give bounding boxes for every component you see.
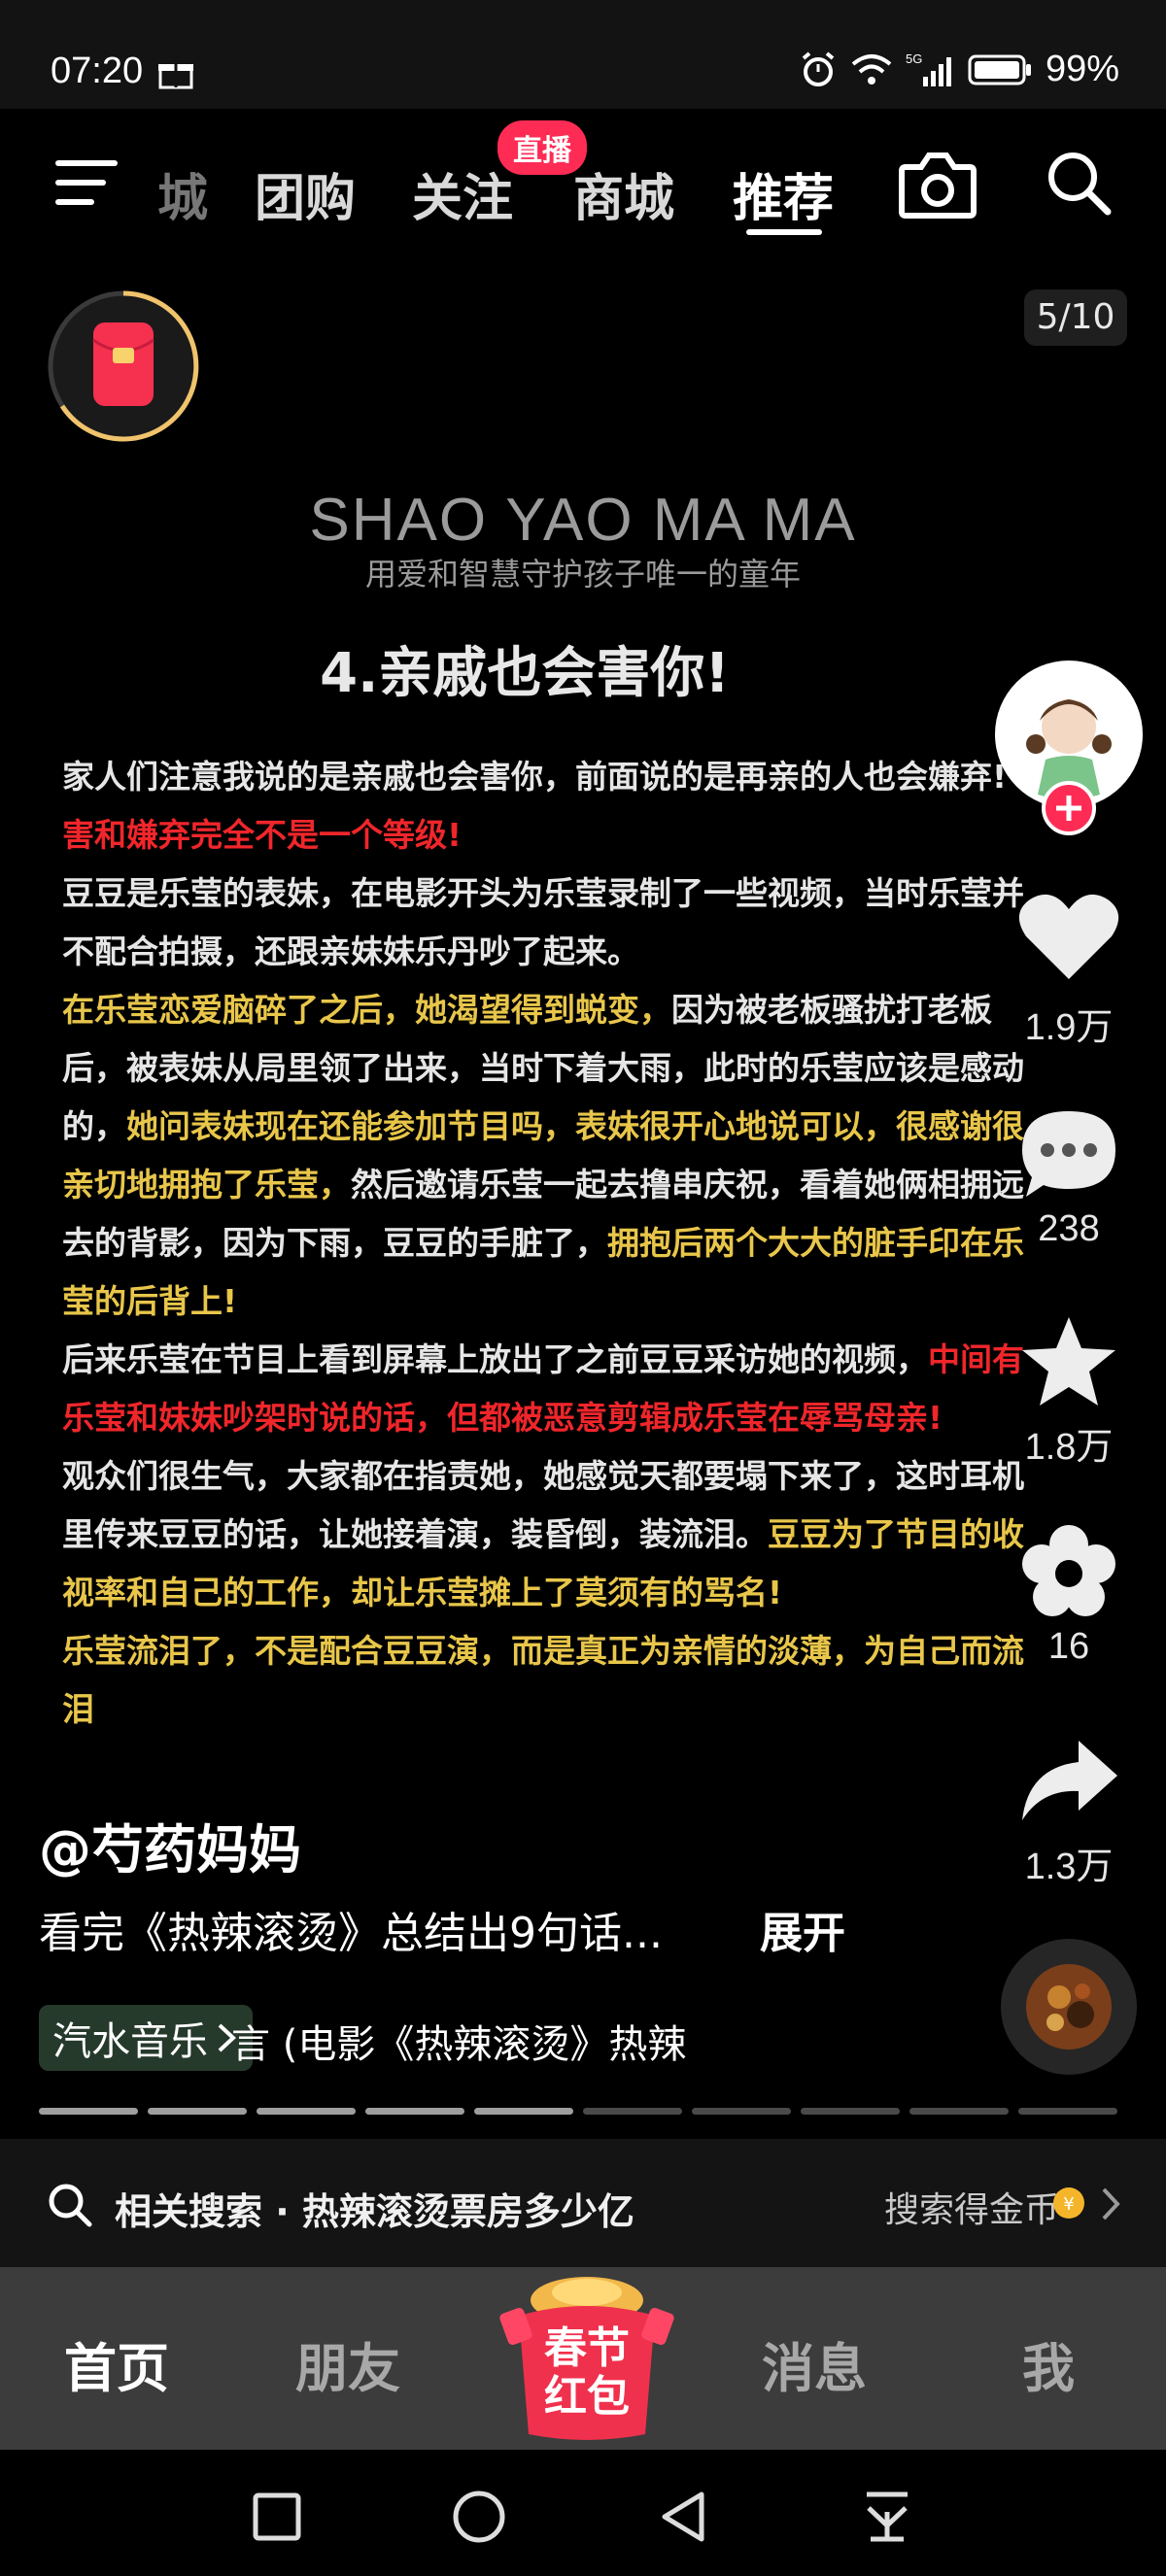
tab-group-buy[interactable]: 团购 (255, 157, 356, 230)
status-icons: 5G 99% (799, 49, 1119, 90)
article-paragraph: 观众们很生气，大家都在指责她，她感觉天都要塌下来了，这时耳机里传来豆豆的话，让她… (62, 1447, 1024, 1622)
music-song-title[interactable]: 言 (电影《热辣滚烫》热辣 (231, 2013, 737, 2069)
search-icon (49, 2184, 92, 2227)
active-tab-indicator (746, 229, 822, 235)
article-paragraph: 豆豆是乐莹的表妹，在电影开头为乐莹录制了一些视频，当时乐莹并不配合拍摄，还跟亲妹… (62, 864, 1024, 981)
article-text-run: 害和嫌弃完全不是一个等级! (62, 816, 463, 854)
status-time: 07:20 (51, 51, 144, 91)
dropdown-menu-icon[interactable] (861, 2489, 913, 2545)
image-progress (39, 2108, 1117, 2116)
spring-red-packet-line2: 红包 (544, 2372, 630, 2422)
progress-segment (801, 2108, 900, 2115)
tab-messages[interactable]: 消息 (762, 2325, 867, 2402)
tab-me[interactable]: 我 (1022, 2325, 1075, 2402)
tab-home[interactable]: 首页 (64, 2325, 169, 2402)
related-search-bar[interactable]: 相关搜索 · 热辣滚烫票房多少亿 搜索得金币 ¥ (0, 2139, 1166, 2267)
favorite-icon[interactable] (1018, 1313, 1119, 1410)
brand-subtitle: 用爱和智慧守护孩子唯一的童年 (364, 556, 801, 593)
article-paragraph: 在乐莹恋爱脑碎了之后，她渴望得到蜕变，因为被老板骚扰打老板后，被表妹从局里领了出… (62, 981, 1024, 1331)
menu-icon[interactable] (54, 155, 119, 210)
share-count: 1.3万 (1024, 1847, 1114, 1887)
progress-segment (365, 2108, 464, 2115)
like-icon[interactable] (1016, 890, 1121, 983)
share-icon[interactable] (1018, 1737, 1121, 1824)
coin-icon: ¥ (1053, 2187, 1084, 2219)
related-search-text: 相关搜索 · 热辣滚烫票房多少亿 (115, 2190, 634, 2233)
article-paragraph: 后来乐莹在节目上看到屏幕上放出了之前豆豆采访她的视频，中间有乐莹和妹妹吵架时说的… (62, 1331, 1024, 1447)
alarm-icon (802, 51, 835, 86)
tab-friends[interactable]: 朋友 (295, 2325, 400, 2402)
creator-avatar[interactable] (991, 659, 1147, 835)
tab-following[interactable]: 关注 (412, 157, 513, 230)
article-text-run: 家人们注意我说的是亲戚也会害你，前面说的是再亲的人也会嫌弃! (62, 758, 1008, 796)
image-counter: 5/10 (1024, 289, 1127, 346)
author-name[interactable]: @芍药妈妈 (39, 1807, 301, 1883)
network-label: 5G (906, 51, 922, 66)
red-packet-widget[interactable] (43, 286, 204, 447)
article-paragraph: 乐莹流泪了，不是配合豆豆演，而是真正为亲情的淡薄，为自己而流泪 (62, 1622, 1024, 1739)
article-text-run: 豆豆是乐莹的表妹，在电影开头为乐莹录制了一些视频，当时乐莹并不配合拍摄，还跟亲妹… (62, 874, 1024, 970)
bottom-tab-bar: 首页 朋友 春节 红包 消息 我 (0, 2267, 1166, 2450)
progress-segment (148, 2108, 247, 2115)
progress-segment (39, 2108, 138, 2115)
like-count: 1.9万 (1024, 1007, 1114, 1048)
brand-title: SHAO YAO MA MA (309, 487, 857, 554)
search-reward-text: 搜索得金币 (883, 2190, 1059, 2230)
music-chip[interactable]: 汽水音乐 (39, 2005, 253, 2071)
status-bar: 07:20 5G 99% (0, 0, 1166, 109)
progress-segment (1018, 2108, 1117, 2115)
signal-icon: 5G (906, 51, 951, 86)
progress-segment (474, 2108, 573, 2115)
wifi-icon (851, 53, 892, 85)
article-text-run: 乐莹流泪了，不是配合豆豆演，而是真正为亲情的淡薄，为自己而流泪 (62, 1632, 1024, 1728)
flower-icon[interactable] (1022, 1525, 1115, 1618)
article-text: 家人们注意我说的是亲戚也会害你，前面说的是再亲的人也会嫌弃! 害和嫌弃完全不是一… (62, 748, 1024, 1816)
back-icon[interactable] (655, 2489, 709, 2545)
favorite-count: 1.8万 (1024, 1427, 1114, 1468)
article-text-run: 后来乐莹在节目上看到屏幕上放出了之前豆豆采访她的视频， (62, 1340, 928, 1378)
progress-segment (583, 2108, 682, 2115)
progress-segment (257, 2108, 356, 2115)
flower-count: 16 (1047, 1626, 1090, 1667)
battery-icon (968, 54, 1031, 85)
tab-recommend[interactable]: 推荐 (733, 157, 834, 230)
svg-text:¥: ¥ (1063, 2194, 1074, 2215)
progress-segment (909, 2108, 1009, 2115)
music-disc-icon[interactable] (999, 1937, 1139, 2077)
recent-apps-icon[interactable] (251, 2491, 303, 2543)
music-chip-label: 汽水音乐 (52, 2019, 208, 2064)
tab-city[interactable]: 城 (157, 157, 208, 230)
system-nav-bar (0, 2450, 1166, 2576)
chevron-right-icon (1102, 2187, 1120, 2220)
progress-segment (692, 2108, 791, 2115)
spring-red-packet-line1: 春节 (544, 2323, 630, 2373)
post-description: 看完《热辣滚烫》总结出9句话... (39, 1909, 663, 1958)
top-nav: 城 团购 关注 直播 商城 推荐 (0, 109, 1166, 254)
article-paragraph: 家人们注意我说的是亲戚也会害你，前面说的是再亲的人也会嫌弃! 害和嫌弃完全不是一… (62, 748, 1024, 864)
post-heading: 4.亲戚也会害你! (320, 642, 730, 705)
search-icon[interactable] (1044, 148, 1114, 218)
spring-red-packet-button[interactable]: 春节 红包 (499, 2271, 674, 2442)
expand-button[interactable]: 展开 (760, 1898, 845, 1960)
tab-mall[interactable]: 商城 (573, 157, 674, 230)
comment-count: 238 (1038, 1208, 1100, 1249)
battery-level: 99% (1045, 49, 1119, 89)
article-text-run: 在乐莹恋爱脑碎了之后，她渴望得到蜕变， (62, 991, 671, 1029)
gift-icon (158, 64, 193, 89)
camera-icon[interactable] (898, 148, 977, 220)
comment-icon[interactable] (1018, 1105, 1119, 1201)
home-circle-icon[interactable] (451, 2489, 507, 2545)
